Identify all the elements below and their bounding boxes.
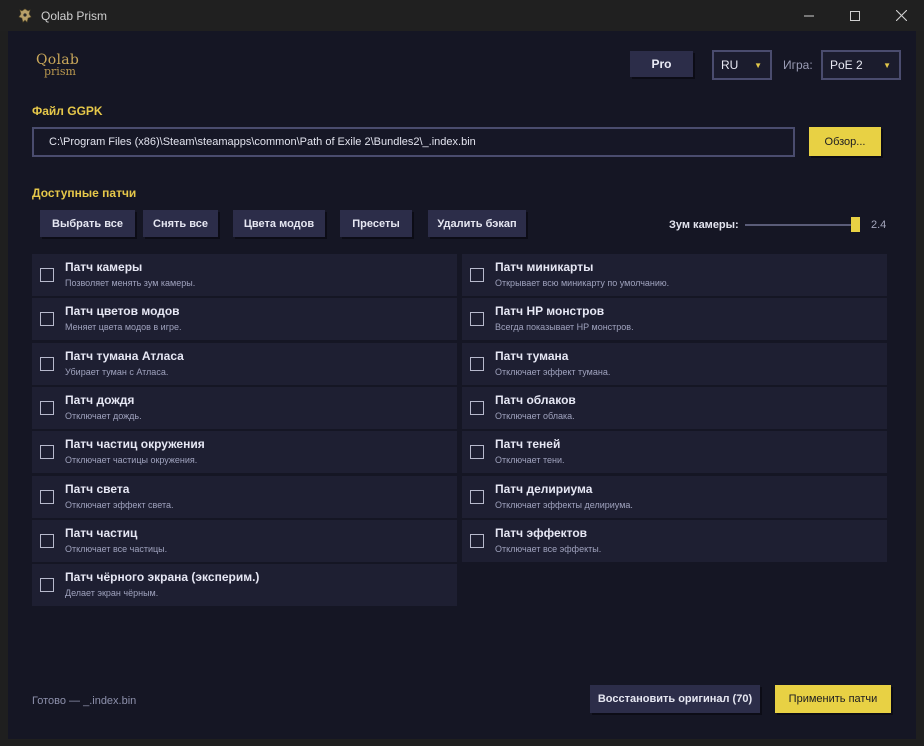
patch-description: Отключает все эффекты. — [495, 544, 602, 554]
patch-card[interactable]: Патч цветов модов Меняет цвета модов в иг… — [32, 298, 457, 340]
zoom-value: 2.4 — [871, 219, 887, 231]
patch-title: Патч тумана Атласа — [65, 349, 184, 363]
apply-patches-button[interactable]: Применить патчи — [775, 685, 891, 713]
patch-title: Патч миникарты — [495, 260, 594, 274]
patch-title: Патч делириума — [495, 482, 593, 496]
patch-description: Убирает туман с Атласа. — [65, 367, 169, 377]
pro-button[interactable]: Pro — [630, 51, 693, 77]
patch-card[interactable]: Патч чёрного экрана (эксперим.) Делает эк… — [32, 564, 457, 606]
patch-checkbox[interactable] — [40, 534, 54, 548]
patch-card[interactable]: Патч делириума Отключает эффекты делириум… — [462, 476, 887, 518]
dropdown-arrow-icon: ▼ — [754, 60, 762, 70]
patch-card[interactable]: Патч миникарты Открывает всю миникарту по… — [462, 254, 887, 296]
patch-title: Патч света — [65, 482, 130, 496]
maximize-icon — [850, 10, 860, 21]
presets-button[interactable]: Пресеты — [340, 210, 412, 237]
status-text: Готово — _.index.bin — [32, 695, 137, 707]
patch-checkbox[interactable] — [40, 445, 54, 459]
main-panel: Qolab prism Pro RU ▼ Игра: PoE 2 ▼ Файл … — [8, 31, 916, 739]
patch-checkbox[interactable] — [40, 268, 54, 282]
patch-card[interactable]: Патч света Отключает эффект света. — [32, 476, 457, 518]
patch-description: Отключает эффекты делириума. — [495, 500, 633, 510]
patch-checkbox[interactable] — [40, 578, 54, 592]
delete-backup-button[interactable]: Удалить бэкап — [428, 210, 526, 237]
select-all-button[interactable]: Выбрать все — [40, 210, 135, 237]
game-select[interactable]: PoE 2 ▼ — [821, 50, 901, 80]
patch-description: Меняет цвета модов в игре. — [65, 322, 182, 332]
ggpk-label: Файл GGPK — [32, 104, 103, 118]
patch-checkbox[interactable] — [470, 445, 484, 459]
patch-description: Отключает все частицы. — [65, 544, 168, 554]
patch-checkbox[interactable] — [470, 401, 484, 415]
patch-checkbox[interactable] — [40, 401, 54, 415]
mod-colors-button[interactable]: Цвета модов — [233, 210, 325, 237]
language-select[interactable]: RU ▼ — [712, 50, 772, 80]
patch-card[interactable]: Патч тумана Отключает эффект тумана. — [462, 343, 887, 385]
patch-description: Открывает всю миникарту по умолчанию. — [495, 278, 670, 288]
patch-card[interactable]: Патч частиц окружения Отключает частицы о… — [32, 431, 457, 473]
patch-title: Патч камеры — [65, 260, 143, 274]
patch-card[interactable]: Патч эффектов Отключает все эффекты. — [462, 520, 887, 562]
patch-card[interactable]: Патч частиц Отключает все частицы. — [32, 520, 457, 562]
patch-card[interactable]: Патч дождя Отключает дождь. — [32, 387, 457, 429]
language-value: RU — [721, 58, 739, 72]
patch-title: Патч частиц — [65, 526, 138, 540]
patch-checkbox[interactable] — [40, 312, 54, 326]
close-icon — [895, 10, 907, 21]
logo-line-2: prism — [44, 65, 76, 78]
ggpk-path-input[interactable]: C:\Program Files (x86)\Steam\steamapps\c… — [32, 127, 795, 157]
patch-title: Патч облаков — [495, 393, 576, 407]
patch-description: Всегда показывает HP монстров. — [495, 322, 634, 332]
patch-description: Отключает частицы окружения. — [65, 455, 198, 465]
app-logo: Qolab prism — [36, 53, 96, 83]
minimize-button[interactable] — [786, 0, 832, 31]
patch-checkbox[interactable] — [40, 490, 54, 504]
patch-description: Отключает дождь. — [65, 411, 142, 421]
game-label: Игра: — [783, 58, 813, 72]
patches-label: Доступные патчи — [32, 186, 137, 200]
maximize-button[interactable] — [832, 0, 878, 31]
patch-card[interactable]: Патч камеры Позволяет менять зум камеры. — [32, 254, 457, 296]
patch-card[interactable]: Патч тумана Атласа Убирает туман с Атласа… — [32, 343, 457, 385]
patch-title: Патч теней — [495, 437, 561, 451]
patch-checkbox[interactable] — [470, 312, 484, 326]
dragon-logo-icon — [18, 8, 32, 23]
zoom-slider-track[interactable] — [745, 224, 859, 226]
patch-title: Патч частиц окружения — [65, 437, 205, 451]
zoom-label: Зум камеры: — [669, 219, 739, 231]
patch-card[interactable]: Патч облаков Отключает облака. — [462, 387, 887, 429]
patch-description: Отключает эффект тумана. — [495, 367, 611, 377]
patch-title: Патч чёрного экрана (эксперим.) — [65, 570, 260, 584]
window-title: Qolab Prism — [41, 8, 108, 23]
zoom-slider-handle[interactable] — [851, 217, 860, 232]
close-button[interactable] — [878, 0, 924, 31]
patch-title: Патч дождя — [65, 393, 135, 407]
patch-title: Патч тумана — [495, 349, 569, 363]
patch-checkbox[interactable] — [470, 490, 484, 504]
patch-title: Патч цветов модов — [65, 304, 180, 318]
restore-original-button[interactable]: Восстановить оригинал (70) — [590, 685, 760, 713]
patch-checkbox[interactable] — [470, 357, 484, 371]
patch-description: Отключает тени. — [495, 455, 565, 465]
patch-description: Делает экран чёрным. — [65, 588, 159, 598]
patch-title: Патч HP монстров — [495, 304, 605, 318]
patch-checkbox[interactable] — [40, 357, 54, 371]
dropdown-arrow-icon: ▼ — [883, 60, 891, 70]
patch-card[interactable]: Патч HP монстров Всегда показывает HP мон… — [462, 298, 887, 340]
patch-title: Патч эффектов — [495, 526, 588, 540]
minimize-icon — [804, 15, 814, 16]
deselect-all-button[interactable]: Снять все — [143, 210, 218, 237]
patch-description: Отключает эффект света. — [65, 500, 174, 510]
game-value: PoE 2 — [830, 58, 863, 72]
patch-checkbox[interactable] — [470, 268, 484, 282]
title-bar: Qolab Prism — [0, 0, 924, 31]
patch-description: Отключает облака. — [495, 411, 575, 421]
patch-card[interactable]: Патч теней Отключает тени. — [462, 431, 887, 473]
patch-checkbox[interactable] — [470, 534, 484, 548]
browse-button[interactable]: Обзор... — [809, 127, 881, 156]
patch-description: Позволяет менять зум камеры. — [65, 278, 196, 288]
